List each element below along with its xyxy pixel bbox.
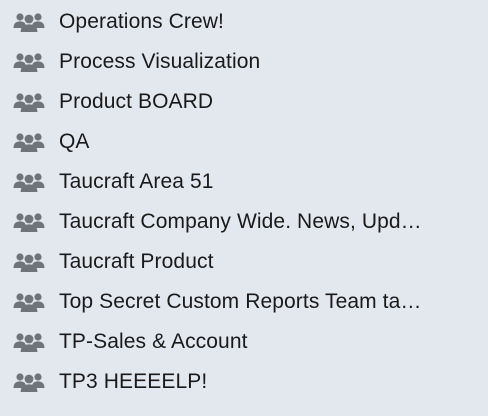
group-item-label: Top Secret Custom Reports Team ta…	[59, 290, 422, 313]
people-group-icon	[12, 131, 46, 153]
group-item-tp-sales-account[interactable]: TP-Sales & Account	[0, 322, 488, 362]
group-item-taucraft-company-wide[interactable]: Taucraft Company Wide. News, Upd…	[0, 202, 488, 242]
people-group-icon	[12, 51, 46, 73]
group-item-operations-crew[interactable]: Operations Crew!	[0, 2, 488, 42]
group-item-taucraft-area-51[interactable]: Taucraft Area 51	[0, 162, 488, 202]
group-item-label: TP-Sales & Account	[59, 330, 248, 353]
group-item-label: Operations Crew!	[59, 10, 224, 33]
group-item-label: Product BOARD	[59, 90, 214, 113]
group-item-label: QA	[59, 130, 90, 153]
people-group-icon	[12, 11, 46, 33]
people-group-icon	[12, 211, 46, 233]
group-list: Operations Crew! Process Visualization P…	[0, 0, 488, 416]
group-item-taucraft-product[interactable]: Taucraft Product	[0, 242, 488, 282]
group-item-tp3-heeeelp[interactable]: TP3 HEEEELP!	[0, 362, 488, 402]
group-item-label: Taucraft Company Wide. News, Upd…	[59, 210, 422, 233]
people-group-icon	[12, 251, 46, 273]
group-item-label: TP3 HEEEELP!	[59, 370, 208, 393]
people-group-icon	[12, 331, 46, 353]
group-item-label: Taucraft Area 51	[59, 170, 214, 193]
people-group-icon	[12, 371, 46, 393]
people-group-icon	[12, 291, 46, 313]
people-group-icon	[12, 91, 46, 113]
group-item-label: Taucraft Product	[59, 250, 214, 273]
group-item-qa[interactable]: QA	[0, 122, 488, 162]
group-item-top-secret-custom-reports[interactable]: Top Secret Custom Reports Team ta…	[0, 282, 488, 322]
people-group-icon	[12, 171, 46, 193]
group-item-label: Process Visualization	[59, 50, 261, 73]
group-item-product-board[interactable]: Product BOARD	[0, 82, 488, 122]
group-item-process-visualization[interactable]: Process Visualization	[0, 42, 488, 82]
